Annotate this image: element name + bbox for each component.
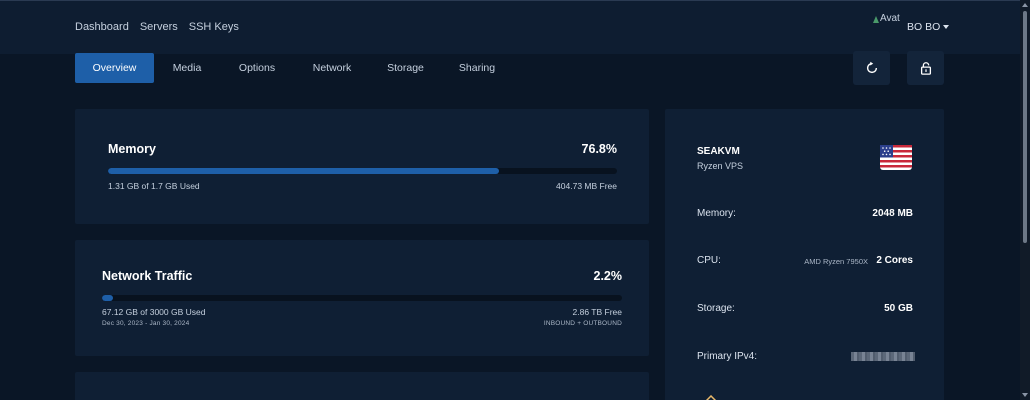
traffic-progress-fill [102,295,114,301]
page-scrollbar[interactable] [1020,0,1030,400]
user-name: BO BO [907,21,941,33]
tab-storage[interactable]: Storage [370,53,441,83]
broken-image-icon [873,16,879,23]
nav-servers[interactable]: Servers [140,21,178,33]
scroll-down-icon[interactable] [1022,393,1028,397]
traffic-direction: INBOUND + OUTBOUND [543,320,622,327]
cpu-model: AMD Ryzen 7950X [804,257,868,266]
traffic-title: Network Traffic [102,269,193,283]
nav-dashboard[interactable]: Dashboard [75,21,129,33]
network-traffic-card: Network Traffic 2.2% 67.12 GB of 3000 GB… [75,240,649,356]
tab-options[interactable]: Options [220,53,294,83]
tab-media[interactable]: Media [154,53,220,83]
server-info-card: SEAKVM Ryzen VPS Memory: 2048 MB CPU: AM… [665,109,944,400]
lock-button[interactable] [907,51,944,85]
reinstall-button[interactable] [853,51,890,85]
traffic-remaining: 2.86 TB Free [572,307,622,317]
scroll-up-icon[interactable] [1022,3,1028,7]
user-menu[interactable]: BO BO [907,21,950,33]
partial-icon [705,395,717,400]
memory-card: Memory 76.8% 1.31 GB of 1.7 GB Used 404.… [75,109,649,224]
ipv4-value-redacted [851,352,915,361]
lock-icon [920,62,931,75]
additional-card [75,372,649,400]
tab-sharing[interactable]: Sharing [441,53,513,83]
memory-progress-fill [108,168,499,174]
avatar[interactable]: Avat [872,13,902,25]
traffic-percent: 2.2% [593,269,623,283]
memory-used: 1.31 GB of 1.7 GB Used [108,181,200,191]
memory-title: Memory [108,142,156,156]
cpu-label: CPU: [697,255,721,266]
caret-down-icon [943,25,950,29]
server-plan: Ryzen VPS [697,161,744,171]
memory-progress-bar [108,168,617,174]
memory-percent: 76.8% [581,142,617,156]
us-flag-icon [880,145,912,170]
top-navbar: Dashboard Servers SSH Keys Avat BO BO [0,0,1030,54]
memory-label: Memory: [697,208,736,219]
server-name: SEAKVM [697,146,740,157]
top-nav: Dashboard Servers SSH Keys [75,21,239,33]
scrollbar-thumb[interactable] [1023,11,1027,243]
tab-network[interactable]: Network [294,53,370,83]
memory-value: 2048 MB [872,208,913,219]
nav-ssh-keys[interactable]: SSH Keys [189,21,239,33]
tab-overview[interactable]: Overview [75,53,154,83]
traffic-progress-bar [102,295,622,301]
cpu-value: 2 Cores [876,255,913,266]
ipv4-label: Primary IPv4: [697,351,758,362]
storage-label: Storage: [697,303,735,314]
storage-value: 50 GB [884,303,913,314]
refresh-icon [866,61,877,74]
avatar-alt-text: Avat [880,13,900,24]
memory-free: 404.73 MB Free [556,181,617,191]
server-tabs: Overview Media Options Network Storage S… [75,53,513,83]
traffic-used: 67.12 GB of 3000 GB Used [102,307,206,317]
user-area: Avat BO BO [872,13,950,33]
traffic-period: Dec 30, 2023 - Jan 30, 2024 [102,320,190,327]
